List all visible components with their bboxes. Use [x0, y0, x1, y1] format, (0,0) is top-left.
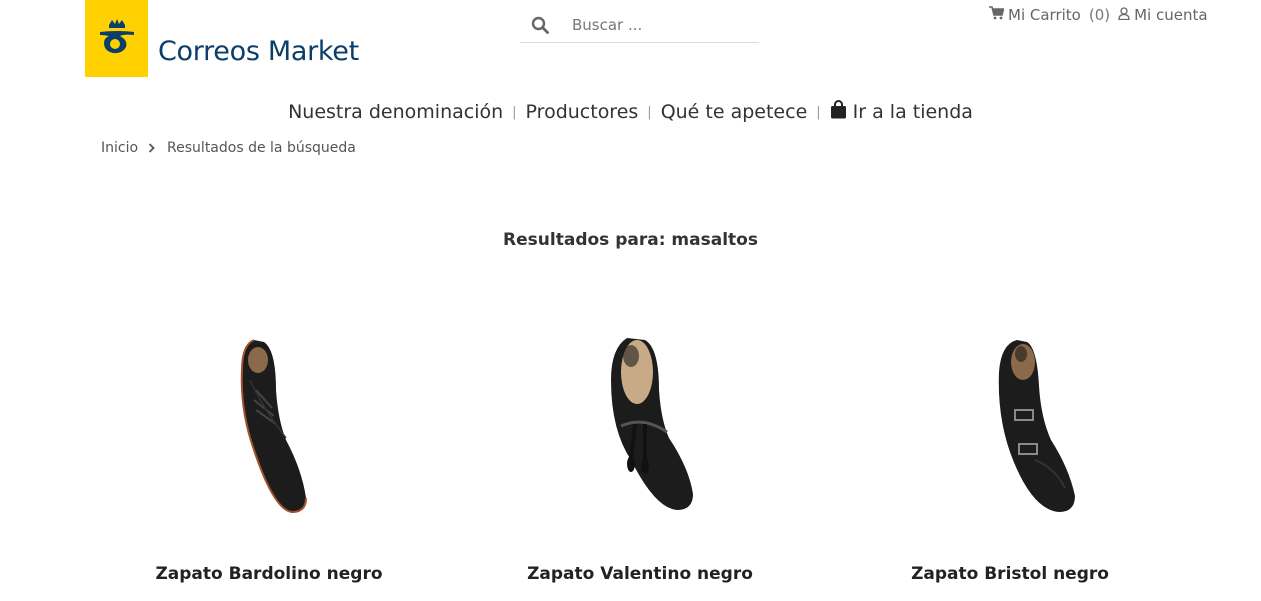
- nav-item-tienda[interactable]: Ir a la tienda: [830, 100, 973, 124]
- product-image-tassel-loafer[interactable]: [490, 300, 790, 540]
- user-links: Mi Carrito (0) Mi cuenta: [989, 6, 1208, 24]
- product-card[interactable]: Zapato Bristol negro: [860, 300, 1160, 584]
- nav-item-label: Productores: [525, 101, 639, 123]
- cart-count: (0): [1088, 6, 1111, 24]
- product-image-derby-shoe[interactable]: [119, 300, 419, 540]
- product-card[interactable]: Zapato Bardolino negro: [119, 300, 419, 584]
- chevron-right-icon: [148, 143, 155, 153]
- nav-item-label: Ir a la tienda: [852, 101, 973, 123]
- main-nav: Nuestra denominación | Productores | Qué…: [0, 100, 1261, 124]
- nav-separator: |: [816, 104, 821, 120]
- nav-item-label: Qué te apetece: [660, 101, 808, 123]
- nav-item-que-te-apetece[interactable]: Qué te apetece: [661, 101, 808, 123]
- correos-horn-crown-icon: [99, 18, 134, 53]
- breadcrumb-home[interactable]: Inicio: [101, 140, 138, 156]
- account-label: Mi cuenta: [1134, 6, 1208, 24]
- search-input[interactable]: [560, 16, 750, 34]
- cart-icon: [989, 6, 1005, 24]
- results-heading: Resultados para: masaltos: [503, 230, 758, 250]
- search-icon[interactable]: [520, 16, 560, 34]
- cart-label: Mi Carrito: [1008, 6, 1081, 24]
- breadcrumb-current: Resultados de la búsqueda: [167, 140, 356, 156]
- account-link[interactable]: Mi cuenta: [1118, 6, 1208, 24]
- search-bar: [520, 8, 759, 43]
- cart-link[interactable]: Mi Carrito (0): [989, 6, 1110, 24]
- nav-separator: |: [647, 104, 652, 120]
- shopping-bag-icon: [830, 100, 847, 124]
- product-image-monk-shoe[interactable]: [860, 300, 1160, 540]
- nav-separator: |: [512, 104, 517, 120]
- nav-item-productores[interactable]: Productores: [526, 101, 639, 123]
- product-card[interactable]: Zapato Valentino negro: [490, 300, 790, 584]
- product-name[interactable]: Zapato Valentino negro: [490, 564, 790, 584]
- product-name[interactable]: Zapato Bardolino negro: [119, 564, 419, 584]
- logo-badge[interactable]: [85, 0, 148, 77]
- nav-item-denominacion[interactable]: Nuestra denominación: [288, 101, 503, 123]
- user-icon: [1118, 6, 1130, 24]
- product-name[interactable]: Zapato Bristol negro: [860, 564, 1160, 584]
- breadcrumb: Inicio Resultados de la búsqueda: [101, 140, 356, 156]
- site-name[interactable]: Correos Market: [158, 36, 359, 67]
- nav-item-label: Nuestra denominación: [288, 101, 504, 123]
